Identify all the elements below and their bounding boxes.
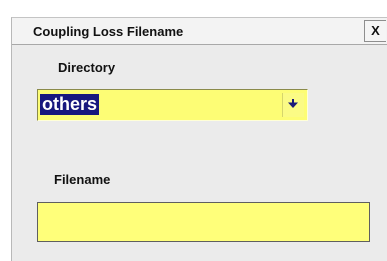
chevron-down-icon xyxy=(288,99,298,108)
directory-selected-value: others xyxy=(40,94,100,115)
directory-label: Directory xyxy=(58,60,116,75)
directory-dropdown-button[interactable] xyxy=(282,93,304,117)
filename-input[interactable] xyxy=(37,202,370,242)
directory-select[interactable]: others xyxy=(37,89,308,121)
coupling-loss-dialog: Coupling Loss Filename X Directory other… xyxy=(11,17,387,261)
dialog-title-bar: Coupling Loss Filename X xyxy=(12,18,387,45)
close-button[interactable]: X xyxy=(364,20,386,42)
filename-label: Filename xyxy=(54,172,111,187)
dialog-title: Coupling Loss Filename xyxy=(33,24,184,39)
